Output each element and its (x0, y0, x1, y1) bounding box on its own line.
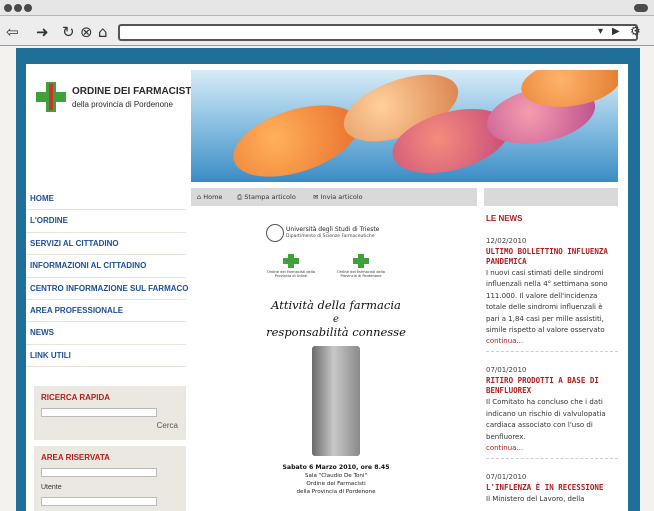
news-body: I nuovi casi stimati delle sindromi infl… (486, 269, 608, 335)
news-title[interactable]: L'INFLENZA È IN RECESSIONE (486, 483, 618, 493)
order-logo-udine: Ordine dei Farmacisti della Provincia di… (262, 254, 320, 279)
event-organizer-province: della Provincia di Pordenone (296, 489, 376, 495)
window-control-icon[interactable] (14, 4, 22, 12)
university-name: Università degli Studi di Trieste (286, 226, 380, 233)
quick-search-box: RICERCA RAPIDA Cerca (34, 386, 186, 440)
username-field[interactable] (41, 468, 157, 477)
news-item: 12/02/2010 ULTIMO BOLLETTINO INFLUENZA P… (486, 237, 618, 353)
search-input[interactable] (41, 408, 157, 417)
nav-item-informazioni[interactable]: INFORMAZIONI AL CITTADINO (26, 255, 186, 278)
poster-title-line1: Attività della farmacia (271, 298, 401, 312)
pharmacy-cross-icon (36, 82, 66, 112)
order-pordenone-label: Ordine dei Farmacisti della Provincia di… (337, 270, 385, 279)
gear-icon[interactable]: ⚙ (630, 24, 641, 38)
quick-search-title: RICERCA RAPIDA (41, 393, 111, 402)
print-link-label: Stampa articolo (244, 193, 296, 201)
logo-subtitle: della provincia di Pordenone (72, 100, 173, 109)
nav-item-link-utili[interactable]: LINK UTILI (26, 345, 186, 368)
event-date: Sabato 6 Marzo 2010, ore 8.45 (282, 464, 390, 471)
nav-item-home[interactable]: HOME (26, 188, 186, 211)
site-logo[interactable]: ORDINE DEI FARMACISTI della provincia di… (36, 82, 194, 142)
poster-title-line2: e (333, 314, 339, 325)
news-header-bar (484, 188, 618, 206)
mail-icon: ✉ (313, 193, 319, 201)
forward-arrow-icon[interactable]: ➜ (36, 22, 49, 42)
event-room: Sala "Claudio De Toni" (304, 473, 368, 479)
browser-window: ⇦ ➜ ↻ ⊗ ⌂ ▾ ▶ ⚙ ORDINE DEI FARMACISTI de… (0, 0, 654, 511)
order-udine-label: Ordine dei Farmacisti della Provincia di… (267, 270, 315, 279)
print-icon: ⎙ (237, 193, 243, 201)
news-date: 07/01/2010 (486, 473, 527, 482)
news-body: Il Ministero del Lavoro, della (486, 495, 585, 504)
stop-icon[interactable]: ⊗ (80, 22, 93, 42)
logo-title: ORDINE DEI FARMACISTI (72, 86, 195, 97)
nav-item-servizi[interactable]: SERVIZI AL CITTADINO (26, 233, 186, 256)
main-navigation: HOME L'ORDINE SERVIZI AL CITTADINO INFOR… (26, 188, 189, 368)
dropdown-icon[interactable]: ▾ (598, 26, 603, 37)
pharmacy-cross-icon (283, 254, 299, 268)
poster-image (312, 346, 360, 456)
news-heading: LE NEWS (486, 214, 523, 223)
event-organizer: Ordine dei Farmacisti (306, 481, 366, 487)
news-column: LE NEWS 12/02/2010 ULTIMO BOLLETTINO INF… (486, 212, 618, 511)
header-banner-image (191, 70, 618, 182)
poster-title-line3: responsabilità connesse (266, 325, 406, 339)
window-control-icon[interactable] (4, 4, 12, 12)
event-poster: Università degli Studi di Trieste Dipart… (266, 224, 406, 504)
news-date: 07/01/2010 (486, 366, 527, 375)
title-bar (0, 0, 654, 16)
pharmacy-cross-icon (353, 254, 369, 268)
password-field[interactable] (41, 497, 157, 506)
news-title[interactable]: ULTIMO BOLLETTINO INFLUENZA PANDEMICA (486, 247, 618, 267)
news-title[interactable]: RITIRO PRODOTTI A BASE DI BENFLUOREX (486, 376, 618, 396)
send-article-link[interactable]: ✉ Invia articolo (313, 193, 363, 201)
go-icon[interactable]: ▶ (612, 26, 620, 37)
home-icon: ⌂ (197, 193, 202, 201)
home-link-label: Home (203, 193, 223, 201)
window-resize-icon[interactable] (634, 4, 648, 12)
send-link-label: Invia articolo (320, 193, 363, 201)
home-icon[interactable]: ⌂ (98, 22, 108, 42)
back-arrow-icon[interactable]: ⇦ (6, 22, 19, 42)
site-page: ORDINE DEI FARMACISTI della provincia di… (26, 64, 628, 511)
nav-item-ordine[interactable]: L'ORDINE (26, 210, 186, 233)
news-body: Il Comitato ha concluso che i dati indic… (486, 398, 606, 441)
browser-chrome: ⇦ ➜ ↻ ⊗ ⌂ ▾ ▶ ⚙ (0, 0, 654, 46)
news-date: 12/02/2010 (486, 237, 527, 245)
reserved-area-title: AREA RISERVATA (41, 453, 110, 462)
university-seal-icon (266, 224, 284, 242)
window-control-icon[interactable] (24, 4, 32, 12)
username-label: Utente (41, 484, 62, 491)
article-toolbar: ⌂ Home ⎙ Stampa articolo ✉ Invia articol… (191, 188, 477, 206)
nav-item-centro-informazione[interactable]: CENTRO INFORMAZIONE SUL FARMACO (26, 278, 189, 300)
news-item: 07/01/2010 L'INFLENZA È IN RECESSIONE Il… (486, 473, 618, 511)
department-name: Dipartimento di Scienze Farmaceutiche (286, 234, 375, 239)
nav-item-news[interactable]: NEWS (26, 322, 186, 345)
order-logo-pordenone: Ordine dei Farmacisti della Provincia di… (332, 254, 390, 279)
print-article-link[interactable]: ⎙ Stampa articolo (237, 193, 296, 202)
reload-icon[interactable]: ↻ (62, 22, 75, 42)
home-link[interactable]: ⌂ Home (197, 193, 222, 201)
address-bar[interactable] (118, 24, 638, 41)
news-item: 07/01/2010 RITIRO PRODOTTI A BASE DI BEN… (486, 366, 618, 460)
nav-item-area-professionale[interactable]: AREA PROFESSIONALE (26, 300, 186, 323)
read-more-link[interactable]: continua... (486, 337, 618, 345)
read-more-link[interactable]: continua... (486, 444, 618, 452)
search-button[interactable]: Cerca (157, 421, 178, 430)
reserved-area-box: AREA RISERVATA Utente (34, 446, 186, 511)
